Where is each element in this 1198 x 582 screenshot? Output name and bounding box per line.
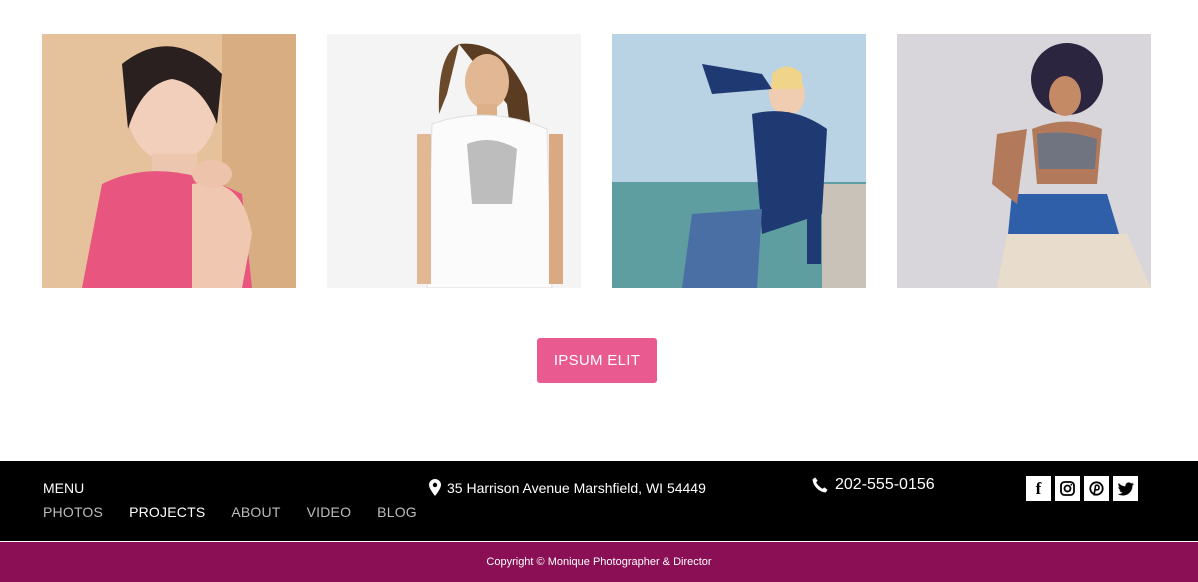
phone-icon — [812, 477, 828, 493]
instagram-link[interactable] — [1055, 476, 1080, 501]
model-navy-blazer-photo — [612, 34, 866, 288]
ipsum-elit-button[interactable]: IPSUM ELIT — [537, 338, 657, 383]
instagram-icon — [1060, 481, 1075, 496]
gallery-photo-3[interactable] — [612, 34, 866, 288]
model-pink-dress-photo — [42, 34, 296, 288]
address-text: 35 Harrison Avenue Marshfield, WI 54449 — [447, 479, 706, 496]
footer-nav-video[interactable]: VIDEO — [307, 504, 352, 520]
gallery-photo-2[interactable] — [327, 34, 581, 288]
gallery-photo-1[interactable] — [42, 34, 296, 288]
photo-gallery — [42, 34, 1152, 288]
pinterest-link[interactable] — [1084, 476, 1109, 501]
site-footer: MENU PHOTOS PROJECTS ABOUT VIDEO BLOG 35… — [0, 461, 1198, 541]
facebook-icon: f — [1035, 479, 1042, 498]
footer-menu-title: MENU — [43, 480, 85, 496]
copyright-bar: Copyright © Monique Photographer & Direc… — [0, 542, 1198, 582]
facebook-link[interactable]: f — [1026, 476, 1051, 501]
footer-nav-about[interactable]: ABOUT — [231, 504, 280, 520]
model-white-tshirt-photo — [327, 34, 581, 288]
footer-address: 35 Harrison Avenue Marshfield, WI 54449 — [429, 479, 706, 496]
footer-nav: PHOTOS PROJECTS ABOUT VIDEO BLOG — [43, 504, 443, 520]
twitter-icon — [1117, 481, 1134, 495]
gallery-photo-4[interactable] — [897, 34, 1151, 288]
copyright-text: Copyright © Monique Photographer & Direc… — [486, 556, 712, 568]
footer-phone: 202-555-0156 — [812, 476, 935, 494]
social-links: f — [1026, 476, 1138, 501]
phone-text: 202-555-0156 — [835, 476, 935, 493]
footer-nav-projects[interactable]: PROJECTS — [129, 504, 205, 520]
footer-nav-blog[interactable]: BLOG — [377, 504, 417, 520]
twitter-link[interactable] — [1113, 476, 1138, 501]
footer-nav-photos[interactable]: PHOTOS — [43, 504, 103, 520]
pinterest-icon — [1089, 481, 1104, 496]
map-pin-icon — [429, 479, 441, 496]
model-crop-top-photo — [897, 34, 1151, 288]
